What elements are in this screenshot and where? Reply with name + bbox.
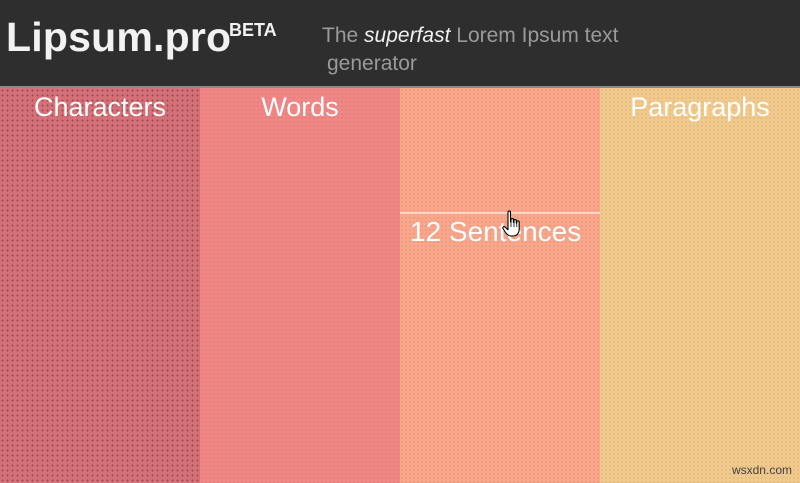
tagline-emphasis: superfast [364,24,451,47]
sentences-count-value: 12 Sentences [410,216,582,247]
site-logo[interactable]: Lipsum.pro [6,14,231,61]
unit-columns: Characters Words 12 Sentences Paragraphs [0,88,800,483]
column-paragraphs-label: Paragraphs [630,92,770,122]
column-sentences[interactable]: 12 Sentences [400,88,600,483]
hand-pointer-icon [502,210,520,237]
sentences-slider-line[interactable] [400,212,600,214]
beta-badge: BETA [229,20,277,40]
page: Lipsum.pro BETA The superfast Lorem Ipsu… [0,0,800,483]
column-paragraphs[interactable]: Paragraphs [600,88,800,483]
column-characters-label: Characters [33,92,167,122]
tagline-line2: generator [327,52,417,75]
header: Lipsum.pro BETA The superfast Lorem Ipsu… [0,0,800,88]
column-words-label: Words [261,92,339,122]
watermark: wsxdn.com [731,463,792,477]
column-characters[interactable]: Characters [0,88,200,483]
tagline-rest: Lorem Ipsum text [456,24,619,47]
tagline: The superfast Lorem Ipsum text generator [322,22,682,78]
tagline-prefix: The [322,24,359,47]
column-words[interactable]: Words [200,88,400,483]
